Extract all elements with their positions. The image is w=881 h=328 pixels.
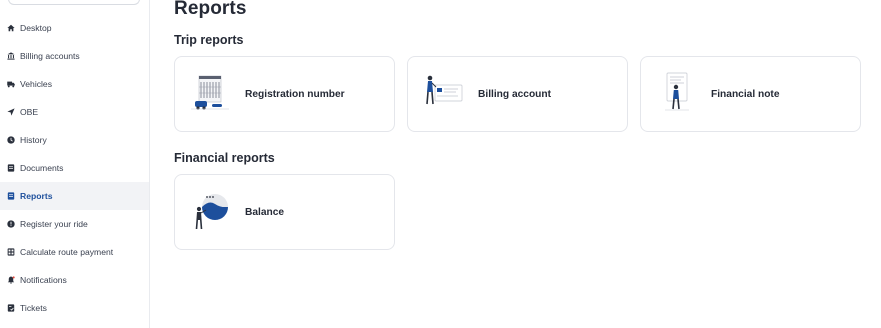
card-label: Balance [245,206,285,218]
report-card-balance[interactable]: Balance [174,174,395,250]
card-label: Billing account [478,88,552,100]
person-billing-card-illustration [408,56,478,132]
sidebar-item-label: Vehicles [20,79,53,89]
clock-icon [7,136,15,144]
parking-building-illustration [175,56,245,132]
sidebar-item-vehicles[interactable]: Vehicles [0,70,149,98]
sidebar-item-label: Notifications [20,275,67,285]
home-icon [7,24,15,32]
sidebar-top-box[interactable] [8,0,140,5]
bank-icon [7,52,15,60]
sidebar-item-label: Register your ride [20,219,88,229]
sidebar-item-label: History [20,135,47,145]
alert-circle-icon [7,220,15,228]
main-content: Reports Trip reports Registration number… [174,0,874,328]
truck-icon [7,80,15,88]
sidebar-item-label: Documents [20,163,64,173]
section-title-financial-reports: Financial reports [174,151,275,165]
sidebar-item-label: Reports [20,191,53,201]
card-label: Financial note [711,88,780,100]
ticket-icon [7,304,15,312]
sidebar-item-tickets[interactable]: Tickets [0,294,149,322]
report-card-billing-account[interactable]: Billing account [407,56,628,132]
sidebar-item-calculate-route-payment[interactable]: Calculate route payment [0,238,149,266]
sidebar-item-register-your-ride[interactable]: Register your ride [0,210,149,238]
sidebar-item-history[interactable]: History [0,126,149,154]
location-arrow-icon [7,108,15,116]
sidebar-item-documents[interactable]: Documents [0,154,149,182]
bell-icon [7,276,15,284]
report-card-financial-note[interactable]: Financial note [640,56,861,132]
report-card-registration-number[interactable]: Registration number [174,56,395,132]
sidebar-item-label: Calculate route payment [20,247,114,257]
document-icon [7,164,15,172]
person-pie-chart-illustration [175,174,245,250]
page-title: Reports [174,0,247,19]
sidebar-item-reports[interactable]: Reports [0,182,149,210]
person-document-illustration [641,56,711,132]
app: Desktop Billing accounts Vehicles OBE Hi… [0,0,881,328]
sidebar-item-label: Desktop [20,23,52,33]
sidebar-item-label: Billing accounts [20,51,80,61]
card-label: Registration number [245,88,345,100]
sidebar-nav: Desktop Billing accounts Vehicles OBE Hi… [0,14,149,322]
section-title-trip-reports: Trip reports [174,33,244,47]
sidebar-item-label: OBE [20,107,39,117]
sidebar-item-desktop[interactable]: Desktop [0,14,149,42]
report-icon [7,192,15,200]
sidebar-item-obe[interactable]: OBE [0,98,149,126]
sidebar-item-billing-accounts[interactable]: Billing accounts [0,42,149,70]
sidebar: Desktop Billing accounts Vehicles OBE Hi… [0,0,150,328]
calculator-icon [7,248,15,256]
sidebar-item-notifications[interactable]: Notifications [0,266,149,294]
sidebar-item-label: Tickets [20,303,47,313]
